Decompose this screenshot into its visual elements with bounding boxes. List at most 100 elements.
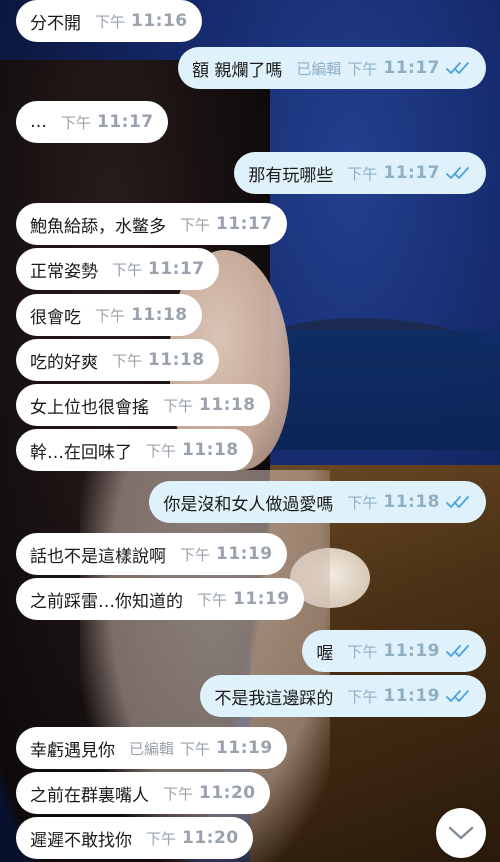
message-meta: 下午 11:18	[347, 492, 472, 513]
message-meta: 下午 11:20	[163, 783, 256, 804]
message-meta: 下午 11:20	[146, 828, 239, 849]
message-text: 正常姿勢	[30, 261, 98, 282]
message-text: 女上位也很會搖	[30, 397, 149, 418]
message-meta: 下午 11:19	[347, 641, 472, 662]
message-time: 11:17	[216, 214, 273, 234]
message-text: 幹…在回味了	[30, 442, 132, 463]
scroll-to-bottom-button[interactable]	[436, 808, 486, 858]
message-meta: 下午 11:17	[180, 214, 273, 235]
message-ampm: 下午	[347, 687, 378, 706]
message-time: 11:19	[216, 544, 273, 564]
incoming-message-bubble[interactable]: 之前踩雷…你知道的 下午 11:19	[16, 578, 304, 620]
message-meta: 下午 11:19	[197, 589, 290, 610]
message-time: 11:17	[383, 163, 440, 183]
incoming-message-bubble[interactable]: 遲遲不敢找你 下午 11:20	[16, 817, 253, 859]
incoming-message-bubble[interactable]: 女上位也很會搖 下午 11:18	[16, 384, 270, 426]
outgoing-message-bubble[interactable]: 不是我這邊踩的 下午 11:19	[200, 675, 486, 717]
message-ampm: 下午	[180, 739, 211, 758]
message-meta: 已編輯 下午 11:19	[129, 738, 273, 759]
edited-label: 已編輯	[129, 739, 175, 758]
message-meta: 下午 11:19	[180, 544, 273, 565]
message-meta: 下午 11:17	[347, 163, 472, 184]
message-text: 幸虧遇見你	[30, 740, 115, 761]
message-ampm: 下午	[163, 784, 194, 803]
message-ampm: 下午	[61, 113, 92, 132]
message-text: 之前踩雷…你知道的	[30, 591, 183, 612]
message-ampm: 下午	[95, 306, 126, 325]
message-text: 不是我這邊踩的	[214, 688, 334, 709]
outgoing-message-bubble[interactable]: 額 親爛了嗎 已編輯 下午 11:17	[177, 47, 486, 89]
message-text: 那有玩哪些	[248, 165, 334, 186]
message-time: 11:17	[97, 112, 154, 132]
message-list[interactable]: 分不開 下午 11:16 額 親爛了嗎 已編輯 下午 11:17… 下午 11:17 那有玩哪些下…	[0, 0, 500, 862]
message-meta: 下午 11:16	[95, 11, 188, 32]
incoming-message-bubble[interactable]: 幸虧遇見你 已編輯 下午 11:19	[16, 727, 287, 769]
incoming-message-bubble[interactable]: 之前在群裏嘴人 下午 11:20	[16, 772, 270, 814]
message-time: 11:18	[148, 350, 205, 370]
message-text: …	[30, 112, 47, 132]
message-meta: 已編輯 下午 11:17	[296, 58, 472, 79]
message-time: 11:20	[182, 828, 239, 848]
read-receipt-icon	[446, 62, 469, 74]
message-ampm: 下午	[112, 351, 143, 370]
message-ampm: 下午	[197, 590, 228, 609]
outgoing-message-bubble[interactable]: 你是沒和女人做過愛嗎 下午 11:18	[149, 481, 486, 523]
message-ampm: 下午	[146, 829, 177, 848]
incoming-message-bubble[interactable]: 分不開 下午 11:16	[16, 0, 202, 42]
message-meta: 下午 11:17	[61, 112, 154, 133]
incoming-message-bubble[interactable]: 話也不是這樣說啊 下午 11:19	[16, 533, 287, 575]
incoming-message-bubble[interactable]: 鮑魚給舔，水鳖多 下午 11:17	[16, 203, 287, 245]
message-time: 11:17	[148, 259, 205, 279]
read-receipt-icon	[446, 496, 469, 508]
message-meta: 下午 11:19	[347, 686, 472, 707]
message-ampm: 下午	[347, 642, 378, 661]
message-ampm: 下午	[180, 545, 211, 564]
outgoing-message-bubble[interactable]: 喔下午 11:19	[302, 630, 486, 672]
read-receipt-icon	[446, 690, 469, 702]
message-ampm: 下午	[347, 59, 378, 78]
chevron-down-icon	[448, 826, 474, 840]
incoming-message-bubble[interactable]: 吃的好爽 下午 11:18	[16, 339, 219, 381]
message-time: 11:19	[216, 738, 273, 758]
message-time: 11:18	[131, 305, 188, 325]
read-receipt-icon	[446, 645, 469, 657]
read-receipt-icon	[446, 167, 469, 179]
message-time: 11:19	[233, 589, 290, 609]
message-meta: 下午 11:18	[95, 305, 188, 326]
incoming-message-bubble[interactable]: 幹…在回味了 下午 11:18	[16, 429, 253, 471]
message-ampm: 下午	[112, 260, 143, 279]
message-text: 你是沒和女人做過愛嗎	[163, 494, 334, 515]
message-ampm: 下午	[95, 12, 126, 31]
message-meta: 下午 11:18	[112, 350, 205, 371]
message-time: 11:18	[182, 440, 239, 460]
message-text: 之前在群裏嘴人	[30, 785, 149, 806]
message-meta: 下午 11:18	[146, 440, 239, 461]
incoming-message-bubble[interactable]: 正常姿勢 下午 11:17	[16, 248, 219, 290]
message-text: 喔	[316, 643, 334, 664]
message-text: 吃的好爽	[30, 352, 98, 373]
message-text: 話也不是這樣說啊	[30, 546, 166, 567]
message-text: 分不開	[30, 13, 81, 34]
message-text: 額 親爛了嗎	[191, 60, 283, 81]
message-text: 遲遲不敢找你	[30, 830, 132, 851]
message-time: 11:19	[383, 686, 440, 706]
message-ampm: 下午	[146, 441, 177, 460]
message-time: 11:18	[199, 395, 256, 415]
incoming-message-bubble[interactable]: 很會吃 下午 11:18	[16, 294, 202, 336]
message-ampm: 下午	[163, 396, 194, 415]
message-text: 很會吃	[30, 307, 81, 328]
message-time: 11:20	[199, 783, 256, 803]
message-meta: 下午 11:17	[112, 259, 205, 280]
message-ampm: 下午	[347, 164, 378, 183]
incoming-message-bubble[interactable]: … 下午 11:17	[16, 101, 168, 143]
message-time: 11:19	[383, 641, 440, 661]
edited-label: 已編輯	[296, 59, 342, 78]
message-time: 11:17	[383, 58, 440, 78]
message-meta: 下午 11:18	[163, 395, 256, 416]
message-time: 11:16	[131, 11, 188, 31]
message-time: 11:18	[383, 492, 440, 512]
message-ampm: 下午	[347, 493, 378, 512]
outgoing-message-bubble[interactable]: 那有玩哪些 下午 11:17	[234, 152, 486, 194]
message-text: 鮑魚給舔，水鳖多	[30, 216, 166, 237]
message-ampm: 下午	[180, 215, 211, 234]
